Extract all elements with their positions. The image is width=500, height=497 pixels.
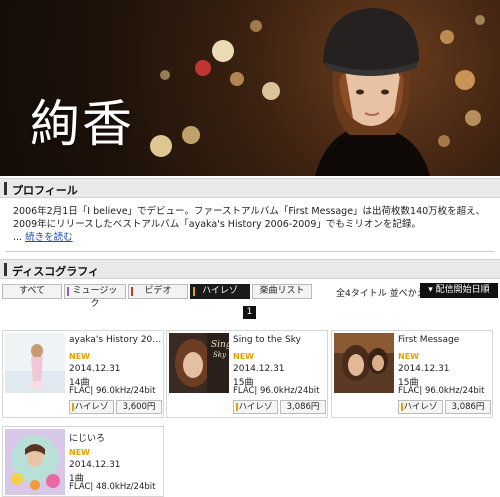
release-date: 2014.12.31 xyxy=(233,364,285,374)
album-cover[interactable]: Sing Sky xyxy=(169,333,229,393)
page-number-1[interactable]: 1 xyxy=(243,306,256,319)
new-badge: NEW xyxy=(233,352,254,361)
profile-header: プロフィール xyxy=(0,178,500,198)
svg-text:Sing: Sing xyxy=(211,340,229,350)
release-date: 2014.12.31 xyxy=(69,364,121,374)
artist-page: 絢香 プロフィール 2006年2月1日「I believe」でデビュー。ファース… xyxy=(0,0,500,497)
release-date: 2014.12.31 xyxy=(69,460,121,470)
svg-text:Sky: Sky xyxy=(213,351,227,359)
tab-music[interactable]: ミュージック xyxy=(64,284,126,309)
more-prefix: ... xyxy=(13,232,23,243)
read-more-link[interactable]: 続きを読む xyxy=(25,232,73,243)
profile-text: 2006年2月1日「I believe」でデビュー。ファーストアルバム「Firs… xyxy=(13,205,493,244)
new-badge: NEW xyxy=(69,352,90,361)
hires-button[interactable]: ハイレゾ xyxy=(398,400,443,414)
hires-button[interactable]: ハイレゾ xyxy=(69,400,114,414)
profile-heading: プロフィール xyxy=(12,184,78,197)
album-title[interactable]: にじいろ xyxy=(69,431,162,444)
release-date: 2014.12.31 xyxy=(398,364,450,374)
album-card[interactable]: Sing Sky Sing to the Sky NEW 2014.12.31 … xyxy=(166,330,328,418)
album-cover[interactable] xyxy=(5,333,65,393)
discography-header: ディスコグラフィ xyxy=(0,259,500,279)
price-button[interactable]: 3,086円 xyxy=(445,400,491,414)
tab-all[interactable]: すべて xyxy=(2,284,62,299)
tab-track-list[interactable]: 楽曲リスト xyxy=(252,284,312,299)
album-title[interactable]: Sing to the Sky xyxy=(233,335,326,345)
artist-photo xyxy=(315,8,430,176)
album-card[interactable]: First Message NEW 2014.12.31 15曲 FLAC| 9… xyxy=(331,330,493,418)
price-button[interactable]: 3,600円 xyxy=(116,400,162,414)
album-title[interactable]: ayaka's History 20… xyxy=(69,335,162,345)
artist-name: 絢香 xyxy=(30,95,134,153)
album-cover[interactable] xyxy=(5,429,65,495)
album-card[interactable]: にじいろ NEW 2014.12.31 1曲 FLAC| 48.0kHz/24b… xyxy=(2,426,164,497)
album-card[interactable]: ayaka's History 20… NEW 2014.12.31 14曲 F… xyxy=(2,330,164,418)
album-cover[interactable] xyxy=(334,333,394,393)
hires-button[interactable]: ハイレゾ xyxy=(233,400,278,414)
artist-banner: 絢香 xyxy=(0,0,500,176)
discography-tabs: すべて ミュージック ビデオ ハイレゾ 楽曲リスト xyxy=(2,284,312,309)
audio-format: FLAC| 96.0kHz/24bit xyxy=(233,386,320,396)
audio-format: FLAC| 96.0kHz/24bit xyxy=(69,386,156,396)
tab-hires[interactable]: ハイレゾ xyxy=(190,284,250,299)
audio-format: FLAC| 96.0kHz/24bit xyxy=(398,386,485,396)
discography-heading: ディスコグラフィ xyxy=(12,265,100,278)
new-badge: NEW xyxy=(398,352,419,361)
profile-body: 2006年2月1日「I believe」でデビュー。ファーストアルバム「Firs… xyxy=(13,206,486,230)
sort-release-date-button[interactable]: ▾ 配信開始日順 xyxy=(420,283,498,298)
profile-divider xyxy=(6,251,494,252)
tab-video[interactable]: ビデオ xyxy=(128,284,188,299)
album-title[interactable]: First Message xyxy=(398,335,491,345)
new-badge: NEW xyxy=(69,448,90,457)
audio-format: FLAC| 48.0kHz/24bit xyxy=(69,482,156,492)
price-button[interactable]: 3,086円 xyxy=(280,400,326,414)
